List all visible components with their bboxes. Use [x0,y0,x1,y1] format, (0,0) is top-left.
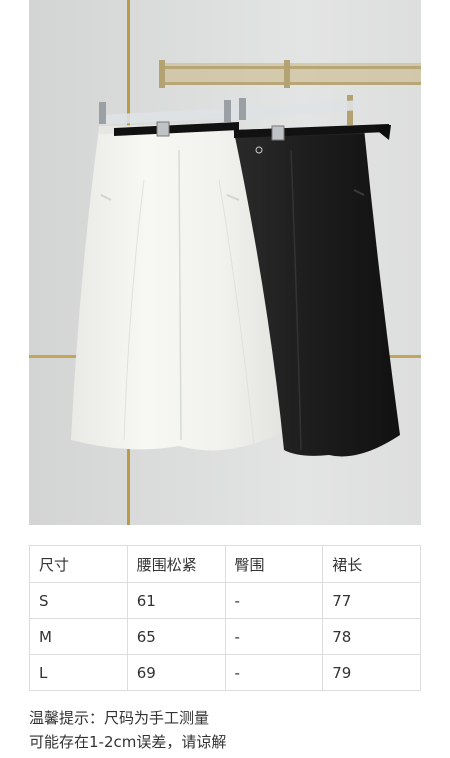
table-row: L 69 - 79 [29,654,421,691]
cell-hip: - [224,654,324,691]
cell-waist: 69 [126,654,226,691]
table-row: M 65 - 78 [29,618,421,655]
cell-size: S [29,582,128,619]
cell-length: 77 [322,582,421,619]
header-waist: 腰围松紧 [126,545,226,583]
cell-length: 78 [322,618,421,655]
cell-waist: 61 [126,582,226,619]
cell-hip: - [224,618,324,655]
note-line-1: 温馨提示：尺码为手工测量 [29,709,210,727]
header-size: 尺寸 [29,545,128,583]
table-header-row: 尺寸 腰围松紧 臀围 裙长 [29,545,421,583]
measurement-note: 温馨提示：尺码为手工测量 可能存在1-2cm误差，请谅解 [29,706,429,754]
cell-hip: - [224,582,324,619]
table-row: S 61 - 77 [29,582,421,619]
cell-size: L [29,654,128,691]
size-table: 尺寸 腰围松紧 臀围 裙长 S 61 - 77 M 65 - 78 L 69 -… [29,545,421,691]
header-hip: 臀围 [224,545,324,583]
header-length: 裙长 [322,545,421,583]
cell-length: 79 [322,654,421,691]
cell-size: M [29,618,128,655]
cell-waist: 65 [126,618,226,655]
note-line-2: 可能存在1-2cm误差，请谅解 [29,733,227,751]
product-photo [29,0,421,525]
